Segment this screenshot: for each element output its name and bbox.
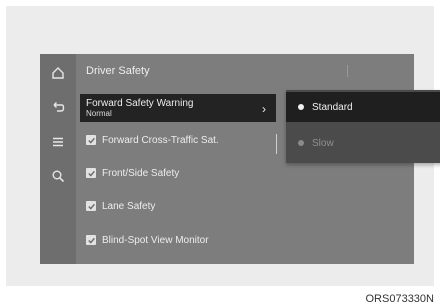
checkbox[interactable] [86, 135, 96, 145]
search-icon[interactable] [50, 168, 66, 184]
divider [276, 134, 277, 154]
home-icon[interactable] [50, 65, 66, 81]
menu-item-value: Normal [86, 109, 112, 118]
page-title: Driver Safety [86, 65, 150, 77]
infotainment-screen: Driver Safety Forward Safety Warning Nor… [40, 54, 440, 264]
menu-item-label: Forward Safety Warning [86, 98, 194, 109]
menu-icon[interactable] [50, 134, 66, 150]
menu-item-lane-safety[interactable]: Lane Safety [80, 195, 276, 217]
checkbox[interactable] [86, 201, 96, 211]
menu-item-front-side-safety[interactable]: Front/Side Safety [80, 162, 276, 184]
option-label: Standard [312, 101, 353, 113]
option-popup: Standard Slow [286, 90, 440, 163]
sidebar [40, 54, 76, 264]
menu-item-forward-safety-warning[interactable]: Forward Safety Warning Normal › [80, 94, 276, 122]
header-divider [347, 65, 348, 77]
option-slow[interactable]: Slow [286, 128, 440, 158]
option-standard[interactable]: Standard [286, 92, 440, 122]
menu-item-blind-spot-view-monitor[interactable]: Blind-Spot View Monitor [80, 229, 276, 251]
menu-item-forward-cross-traffic[interactable]: Forward Cross-Traffic Sat. [80, 129, 276, 151]
menu-item-label: Front/Side Safety [102, 167, 180, 179]
menu-item-label: Lane Safety [102, 200, 156, 212]
checkbox[interactable] [86, 168, 96, 178]
figure-code: ORS073330N [365, 293, 435, 305]
radio-selected-icon [298, 104, 304, 110]
menu-item-label: Forward Cross-Traffic Sat. [102, 134, 219, 146]
checkbox[interactable] [86, 235, 96, 245]
menu-item-label: Blind-Spot View Monitor [102, 234, 209, 246]
chevron-right-icon: › [262, 102, 266, 116]
back-icon[interactable] [50, 99, 66, 115]
option-label: Slow [312, 137, 334, 149]
radio-icon [298, 140, 304, 146]
